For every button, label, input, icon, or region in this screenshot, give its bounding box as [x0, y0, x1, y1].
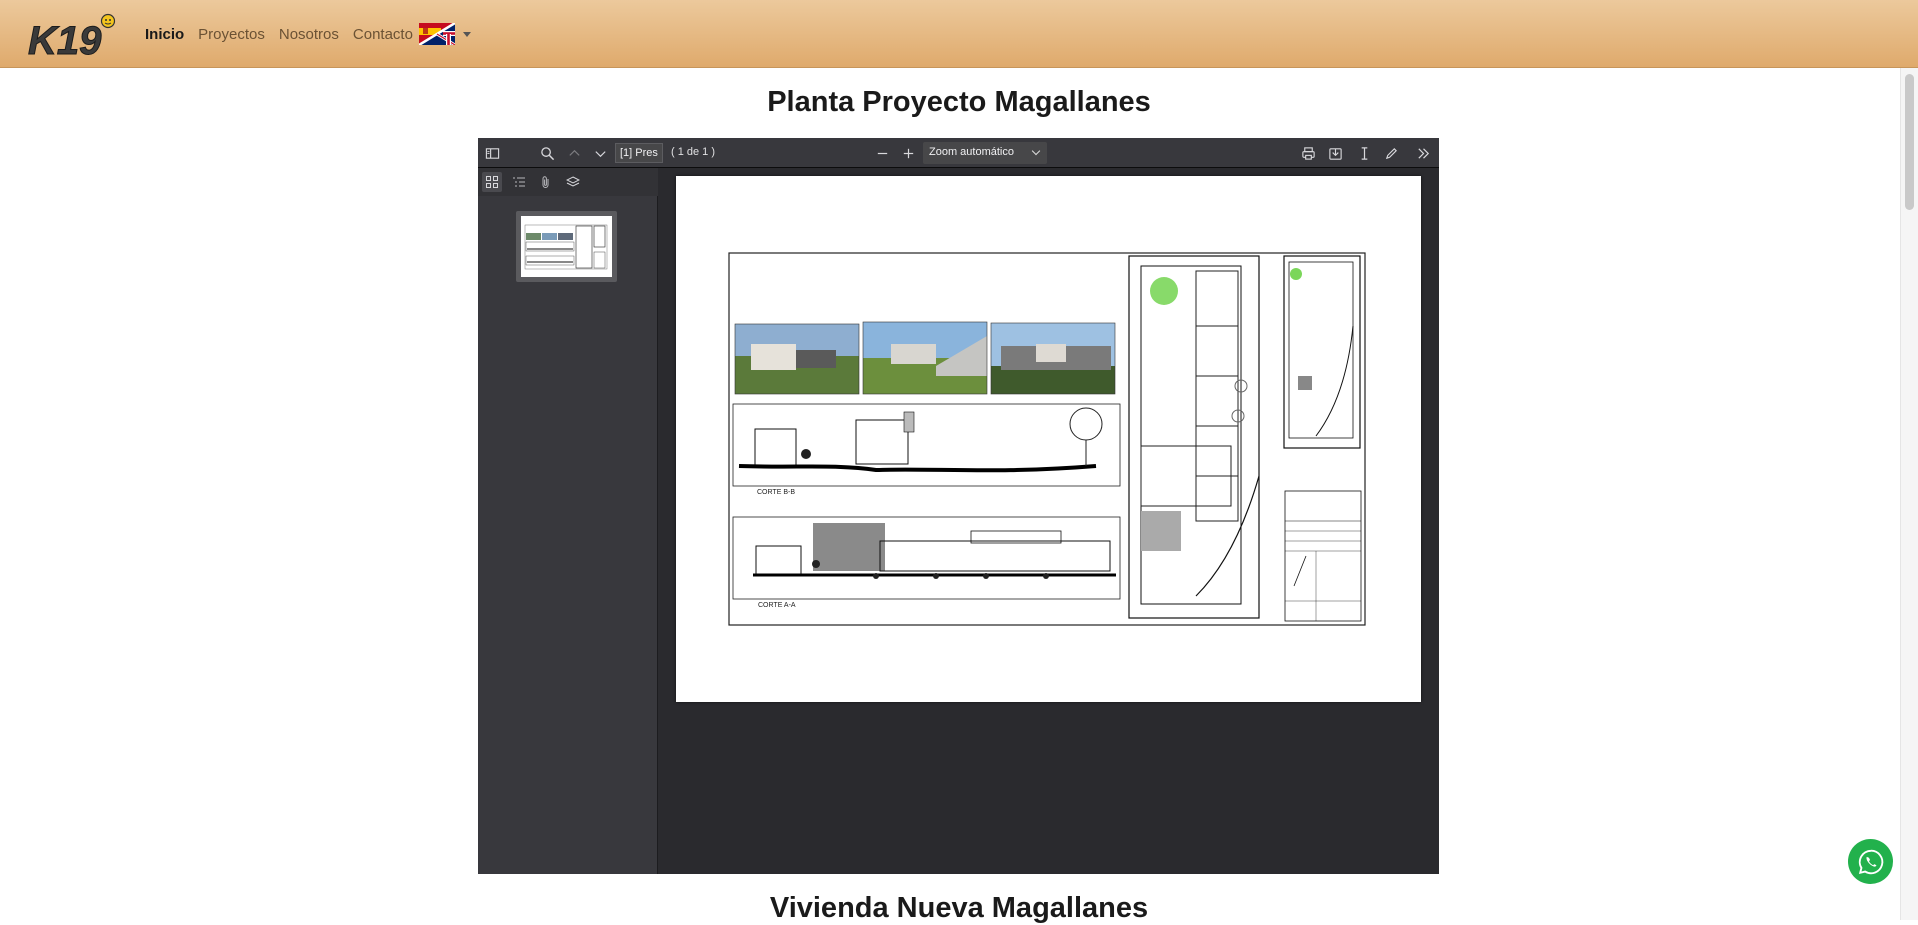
whatsapp-icon [1858, 849, 1883, 874]
nav-link-nosotros[interactable]: Nosotros [272, 26, 346, 43]
language-dropdown[interactable] [419, 23, 471, 45]
pdf-viewer: ( 1 de 1 ) Zoom automático [478, 138, 1439, 874]
chevron-down-icon [1031, 146, 1041, 156]
zoom-out-icon[interactable] [872, 143, 892, 163]
sidebar-toolbar [478, 168, 658, 196]
section-a-label: CORTE A-A [758, 602, 796, 609]
page-scrollbar[interactable] [1900, 68, 1918, 920]
pdf-sidebar [478, 168, 658, 874]
pencil-icon[interactable] [1381, 143, 1401, 163]
logo-text: K19 [28, 19, 102, 60]
text-cursor-icon[interactable] [1354, 143, 1374, 163]
thumbnails-view-icon[interactable] [482, 172, 502, 192]
page-thumbnail-image [521, 216, 612, 277]
zoom-in-icon[interactable] [898, 143, 918, 163]
section-title-planta: Planta Proyecto Magallanes [767, 86, 1151, 118]
previous-page-icon[interactable] [564, 143, 584, 163]
page-thumbnail[interactable] [516, 211, 617, 282]
nav-links: Inicio Proyectos Nosotros Contacto [138, 0, 420, 68]
layers-icon[interactable] [563, 172, 583, 192]
whatsapp-button[interactable] [1848, 839, 1893, 884]
k19-logo[interactable]: K19 [26, 12, 122, 64]
outline-view-icon[interactable] [509, 172, 529, 192]
top-navbar: K19 Inicio Proyectos Nosotros Contacto [0, 0, 1918, 68]
page-number-input[interactable] [615, 143, 663, 163]
nav-link-contacto[interactable]: Contacto [346, 26, 420, 43]
section-b-label: CORTE B-B [757, 489, 795, 496]
pdf-toolbar: ( 1 de 1 ) Zoom automático [478, 138, 1439, 168]
print-icon[interactable] [1298, 143, 1318, 163]
double-chevron-right-icon[interactable] [1413, 143, 1433, 163]
nav-link-proyectos[interactable]: Proyectos [191, 26, 272, 43]
attachment-icon[interactable] [536, 172, 556, 192]
save-icon[interactable] [1325, 143, 1345, 163]
spain-uk-flag-icon [419, 23, 455, 45]
zoom-select[interactable]: Zoom automático [923, 142, 1047, 164]
chevron-down-icon [463, 31, 471, 37]
next-page-icon[interactable] [590, 143, 610, 163]
sidebar-toggle-icon[interactable] [482, 143, 502, 163]
section-title-vivienda: Vivienda Nueva Magallanes [769, 892, 1149, 924]
nav-link-inicio[interactable]: Inicio [138, 26, 191, 43]
pdf-page: CORTE B-B CORTE A-A [676, 176, 1421, 702]
architectural-drawing: CORTE B-B CORTE A-A [728, 252, 1366, 626]
search-icon[interactable] [537, 143, 557, 163]
zoom-select-label: Zoom automático [929, 146, 1014, 158]
page-count: ( 1 de 1 ) [671, 146, 716, 158]
